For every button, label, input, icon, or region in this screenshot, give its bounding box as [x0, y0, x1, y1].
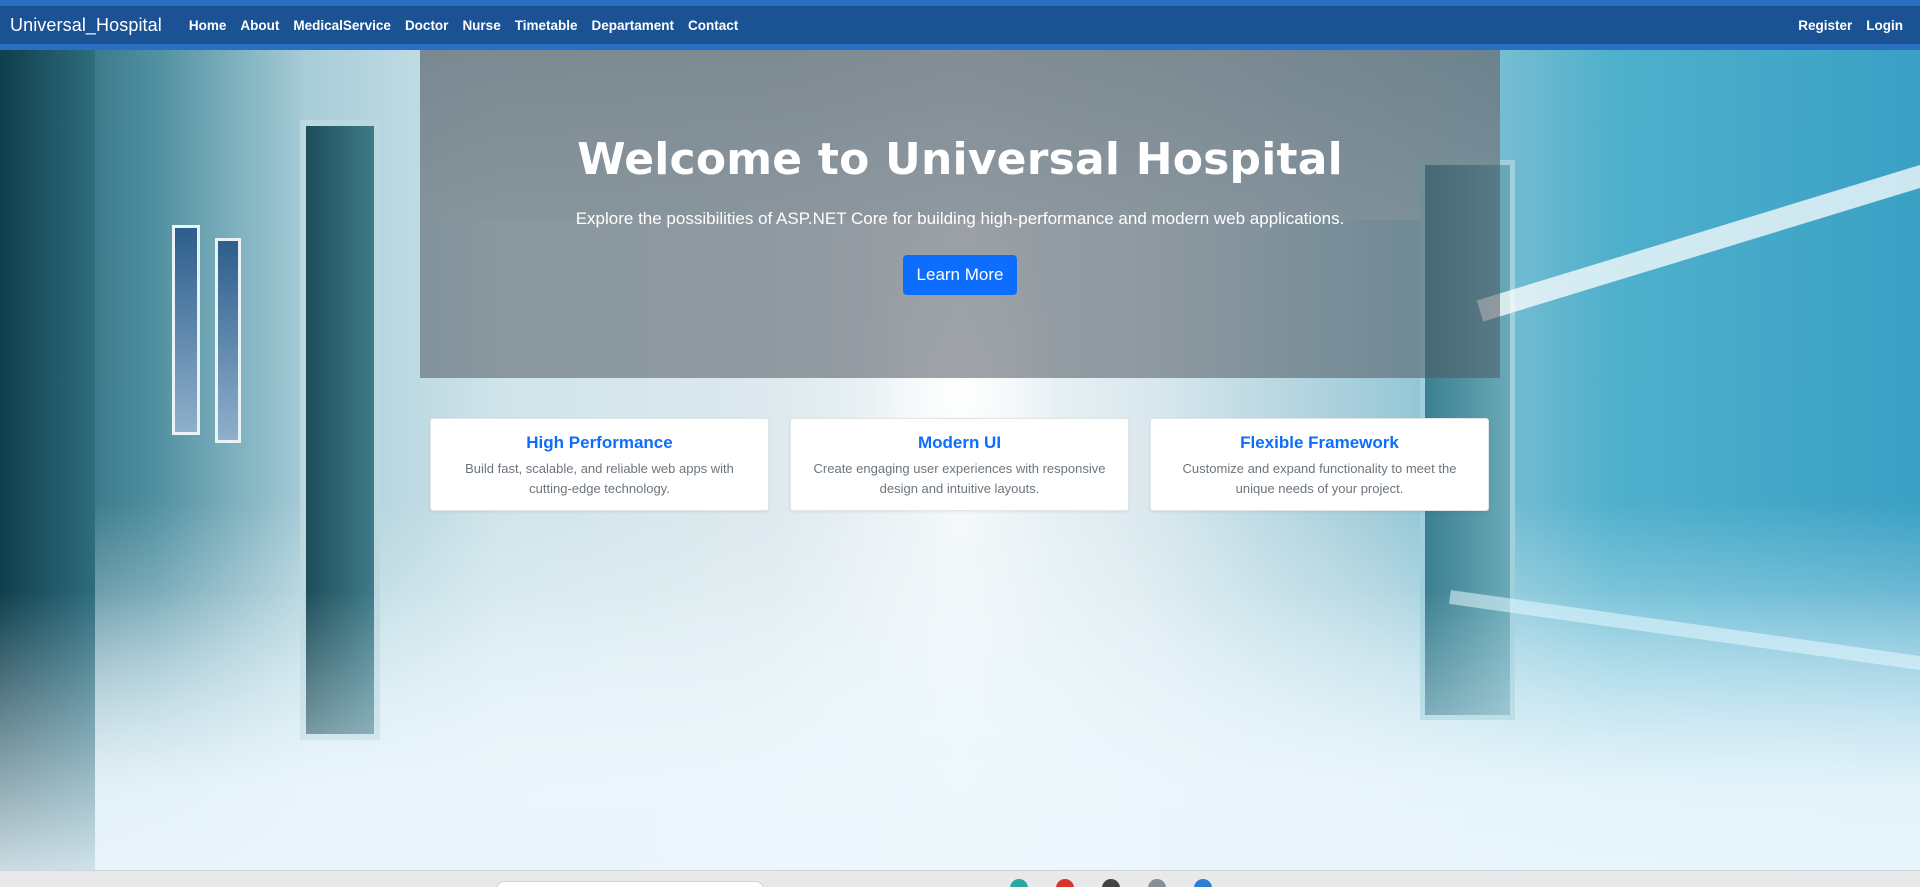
card-text: Create engaging user experiences with re…	[813, 461, 1106, 496]
nav-link-contact[interactable]: Contact	[681, 18, 745, 33]
nav-link-about[interactable]: About	[233, 18, 286, 33]
wall-frame	[215, 238, 241, 443]
os-taskbar	[0, 870, 1920, 887]
taskbar-app-icon[interactable]	[1102, 879, 1120, 887]
taskbar-search-bar[interactable]	[495, 881, 765, 887]
corridor-floor	[0, 590, 1920, 870]
nav-links: Home About MedicalService Doctor Nurse T…	[182, 18, 745, 33]
nav-link-timetable[interactable]: Timetable	[508, 18, 585, 33]
nav-link-home[interactable]: Home	[182, 18, 234, 33]
taskbar-app-icon[interactable]	[1056, 879, 1074, 887]
brand-link[interactable]: Universal_Hospital	[10, 15, 162, 36]
learn-more-button[interactable]: Learn More	[902, 255, 1018, 295]
hero-subtitle-highlight: ASP.NET Core	[776, 209, 888, 228]
hero-panel: Welcome to Universal Hospital Explore th…	[420, 50, 1500, 378]
card-text: Build fast, scalable, and reliable web a…	[465, 461, 734, 496]
taskbar-app-icon[interactable]	[1010, 879, 1028, 887]
card-title: Modern UI	[917, 433, 1002, 452]
wall-frame	[172, 225, 200, 435]
taskbar-app-icon[interactable]	[1194, 879, 1212, 887]
hero-title: Welcome to Universal Hospital	[577, 134, 1343, 185]
nav-auth-links: Register Login	[1791, 18, 1910, 33]
taskbar-icons	[1010, 879, 1212, 887]
nav-link-nurse[interactable]: Nurse	[455, 18, 507, 33]
hero-subtitle-before: Explore the possibilities of	[575, 209, 777, 228]
wall-light-stripe	[1476, 154, 1920, 322]
card-title: High Performance	[526, 433, 673, 452]
card-text: Customize and expand functionality to me…	[1182, 461, 1457, 496]
taskbar-app-icon[interactable]	[1148, 879, 1166, 887]
register-link[interactable]: Register	[1791, 18, 1859, 33]
navbar: Universal_Hospital Home About MedicalSer…	[0, 6, 1920, 50]
hero-subtitle: Explore the possibilities of ASP.NET Cor…	[576, 209, 1345, 229]
hero-subtitle-after: for building high-performance and modern…	[887, 209, 1345, 228]
nav-link-doctor[interactable]: Doctor	[398, 18, 456, 33]
feature-card-modern-ui: Modern UI Create engaging user experienc…	[790, 418, 1129, 511]
feature-card-high-performance: High Performance Build fast, scalable, a…	[430, 418, 769, 511]
feature-cards: High Performance Build fast, scalable, a…	[430, 418, 1490, 511]
card-title: Flexible Framework	[1240, 433, 1399, 452]
nav-link-departament[interactable]: Departament	[584, 18, 681, 33]
feature-card-flexible-framework: Flexible Framework Customize and expand …	[1150, 418, 1489, 511]
nav-link-medical-service[interactable]: MedicalService	[286, 18, 398, 33]
login-link[interactable]: Login	[1859, 18, 1910, 33]
